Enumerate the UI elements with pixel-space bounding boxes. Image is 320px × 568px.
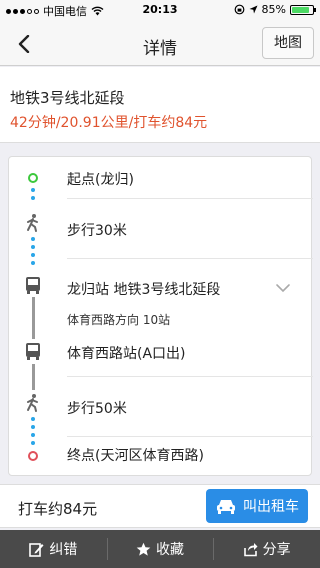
top-bar: 中国电信 20:13 85% 详情 地图 xyxy=(0,0,320,66)
step-walk-1[interactable]: 步行30米 xyxy=(9,199,313,259)
favorite-button[interactable]: 收藏 xyxy=(106,530,214,568)
edit-icon xyxy=(29,542,44,557)
chevron-down-icon[interactable] xyxy=(275,280,291,296)
star-icon xyxy=(136,542,151,556)
map-button[interactable]: 地图 xyxy=(262,27,314,59)
step-walk-2[interactable]: 步行50米 xyxy=(9,377,313,437)
step-end[interactable]: 终点(天河区体育西路) xyxy=(9,437,313,477)
route-name: 地铁3号线北延段 xyxy=(10,89,125,107)
step-start[interactable]: 起点(龙归) xyxy=(9,157,313,199)
taxi-price: 打车约84元 xyxy=(18,500,98,518)
share-label: 分享 xyxy=(262,542,291,558)
step-label: 体育西路站(A口出) xyxy=(67,346,186,362)
taxi-bar: 打车约84元 叫出租车 xyxy=(0,484,320,528)
step-label: 终点(天河区体育西路) xyxy=(67,448,204,464)
step-transit[interactable]: 龙归站 地铁3号线北延段 体育西路方向 10站 xyxy=(9,259,313,327)
step-arrive-station[interactable]: 体育西路站(A口出) xyxy=(9,325,313,377)
rotation-lock-icon xyxy=(234,4,244,15)
status-bar: 中国电信 20:13 85% xyxy=(0,0,320,20)
route-meta: 42分钟/20.91公里/打车约84元 xyxy=(10,115,208,131)
status-right-group: 85% xyxy=(234,3,316,16)
step-label: 步行50米 xyxy=(67,401,127,417)
call-taxi-button[interactable]: 叫出租车 xyxy=(206,489,308,523)
car-icon xyxy=(217,500,235,514)
battery-percent: 85% xyxy=(261,3,286,16)
navigation-bar: 详情 地图 xyxy=(0,20,320,66)
call-taxi-label: 叫出租车 xyxy=(243,499,299,515)
step-label: 步行30米 xyxy=(67,223,127,239)
route-steps-card: 起点(龙归) 步行30米 龙归站 地铁3号线北延段 体育西路方向 10站 体育西… xyxy=(8,156,313,477)
bottom-toolbar: 纠错 收藏 分享 xyxy=(0,530,320,568)
report-error-button[interactable]: 纠错 xyxy=(0,530,107,568)
route-summary: 地铁3号线北延段 42分钟/20.91公里/打车约84元 xyxy=(0,67,320,143)
battery-icon xyxy=(290,4,316,15)
share-icon xyxy=(243,542,258,556)
report-label: 纠错 xyxy=(49,542,78,558)
share-button[interactable]: 分享 xyxy=(213,530,320,568)
step-label: 龙归站 地铁3号线北延段 xyxy=(67,282,221,298)
step-label: 起点(龙归) xyxy=(67,172,134,188)
location-arrow-icon xyxy=(249,5,258,14)
favorite-label: 收藏 xyxy=(156,542,184,558)
